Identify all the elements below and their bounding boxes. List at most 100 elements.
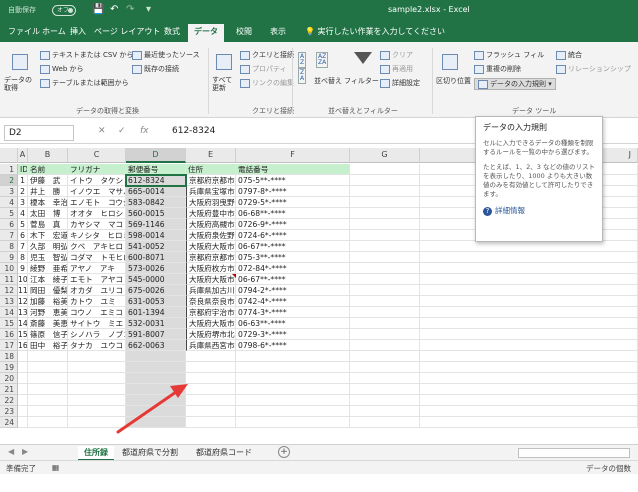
header-cell[interactable]: 電話番号 <box>236 164 350 175</box>
data-cell[interactable]: 0798-6*-**** <box>236 340 350 351</box>
empty-cell[interactable] <box>186 362 236 373</box>
data-cell[interactable]: 600-8071 <box>126 252 186 263</box>
empty-cell[interactable] <box>68 373 126 384</box>
data-cell[interactable]: 篠原 信子 <box>28 329 68 340</box>
data-cell[interactable]: 560-0015 <box>126 208 186 219</box>
empty-cell[interactable] <box>68 395 126 406</box>
data-cell[interactable]: 大阪府高槻市赤大路町 <box>186 219 236 230</box>
data-cell[interactable]: エノモト コウジ <box>68 197 126 208</box>
sheet-tab-prefecture-code[interactable]: 都道府県コード <box>190 446 258 459</box>
macro-record-icon[interactable]: ▦ <box>52 463 59 472</box>
data-cell[interactable]: カトウ ユミ <box>68 296 126 307</box>
existing-connections-button[interactable]: 既存の接続 <box>132 64 179 74</box>
row-header[interactable]: 21 <box>0 384 18 395</box>
data-cell[interactable]: 9 <box>18 263 28 274</box>
empty-cell[interactable] <box>420 307 638 318</box>
empty-cell[interactable] <box>126 351 186 362</box>
data-cell[interactable]: 06-67**-**** <box>236 274 350 285</box>
data-cell[interactable]: 1 <box>18 175 28 186</box>
data-cell[interactable]: 斎藤 美恵 <box>28 318 68 329</box>
empty-cell[interactable] <box>28 362 68 373</box>
data-cell[interactable]: 0724-6*-**** <box>236 230 350 241</box>
data-cell[interactable]: 兵庫県加古川市尾上町旭 <box>186 285 236 296</box>
header-cell[interactable]: 住所 <box>186 164 236 175</box>
empty-cell[interactable] <box>236 351 350 362</box>
empty-cell[interactable] <box>350 351 420 362</box>
horizontal-scrollbar[interactable] <box>518 448 630 458</box>
data-cell[interactable]: シノハラ ノブコ <box>68 329 126 340</box>
empty-cell[interactable] <box>68 406 126 417</box>
consolidate-button[interactable]: 統合 <box>556 50 582 60</box>
tell-me-more-link[interactable]: ? 詳細情報 <box>483 205 595 216</box>
empty-cell[interactable] <box>18 362 28 373</box>
sort-desc-button[interactable]: ZA <box>298 68 307 84</box>
data-cell[interactable]: 加藤 裕美 <box>28 296 68 307</box>
empty-cell[interactable] <box>236 417 350 428</box>
data-cell[interactable]: コダマ トモヒロ <box>68 252 126 263</box>
empty-cell[interactable] <box>236 406 350 417</box>
row-header[interactable]: 23 <box>0 406 18 417</box>
tab-data[interactable]: データ <box>188 24 224 42</box>
header-cell[interactable]: ID <box>18 164 28 175</box>
data-cell[interactable]: 532-0031 <box>126 318 186 329</box>
empty-cell[interactable] <box>420 241 638 252</box>
data-cell[interactable]: 3 <box>18 197 28 208</box>
data-cell[interactable]: アヤノ アキ <box>68 263 126 274</box>
row-header[interactable]: 20 <box>0 373 18 384</box>
empty-cell[interactable] <box>420 406 638 417</box>
empty-cell[interactable] <box>28 384 68 395</box>
empty-cell[interactable] <box>350 197 420 208</box>
empty-cell[interactable] <box>126 417 186 428</box>
empty-cell[interactable] <box>186 351 236 362</box>
data-cell[interactable]: 0774-3*-**** <box>236 307 350 318</box>
remove-duplicates-button[interactable]: 重複の削除 <box>474 64 521 74</box>
empty-cell[interactable] <box>350 274 420 285</box>
empty-cell[interactable] <box>236 384 350 395</box>
data-cell[interactable]: 太田 博 <box>28 208 68 219</box>
header-cell[interactable]: 名前 <box>28 164 68 175</box>
row-header[interactable]: 7 <box>0 230 18 241</box>
data-cell[interactable]: 児玉 智弘 <box>28 252 68 263</box>
data-cell[interactable]: 京都府京都市下京区相之町 <box>186 252 236 263</box>
data-cell[interactable]: 591-8007 <box>126 329 186 340</box>
empty-cell[interactable] <box>28 406 68 417</box>
insert-function-icon[interactable]: fx <box>140 126 149 136</box>
empty-cell[interactable] <box>350 406 420 417</box>
from-web-button[interactable]: Web から <box>40 64 84 74</box>
data-cell[interactable]: イトウ タケシ <box>68 175 126 186</box>
empty-cell[interactable] <box>350 230 420 241</box>
data-cell[interactable]: 7 <box>18 241 28 252</box>
empty-cell[interactable] <box>420 417 638 428</box>
column-header-e[interactable]: E <box>186 148 236 163</box>
empty-cell[interactable] <box>420 274 638 285</box>
row-header[interactable]: 11 <box>0 274 18 285</box>
data-cell[interactable]: 16 <box>18 340 28 351</box>
data-cell[interactable]: 13 <box>18 307 28 318</box>
data-cell[interactable]: 12 <box>18 296 28 307</box>
prev-sheet-icon[interactable]: ◀ <box>8 447 14 456</box>
column-header-b[interactable]: B <box>28 148 68 163</box>
cancel-icon[interactable]: ✕ <box>98 126 106 136</box>
tab-review[interactable]: 校閲 <box>236 26 252 37</box>
data-cell[interactable]: 大阪府豊中市赤阪 <box>186 208 236 219</box>
data-cell[interactable]: 662-0063 <box>126 340 186 351</box>
data-cell[interactable]: 06-68**-**** <box>236 208 350 219</box>
tab-formulas[interactable]: 数式 <box>164 26 180 37</box>
data-cell[interactable]: 大阪府堺市北区奥本町 <box>186 329 236 340</box>
data-cell[interactable]: 0794-2*-**** <box>236 285 350 296</box>
redo-icon[interactable]: ↷ <box>126 4 134 15</box>
data-cell[interactable]: 5 <box>18 219 28 230</box>
empty-cell[interactable] <box>350 208 420 219</box>
data-cell[interactable]: 京都府京都市伏見区小豆屋町 <box>186 175 236 186</box>
relationships-button[interactable]: リレーションシップ <box>556 64 631 74</box>
data-cell[interactable]: 0729-5*-**** <box>236 197 350 208</box>
reapply-button[interactable]: 再適用 <box>380 64 413 74</box>
empty-cell[interactable] <box>350 373 420 384</box>
data-cell[interactable]: 2 <box>18 186 28 197</box>
column-header-a[interactable]: A <box>18 148 28 163</box>
confirm-icon[interactable]: ✓ <box>118 126 126 136</box>
empty-cell[interactable] <box>68 351 126 362</box>
empty-cell[interactable] <box>350 384 420 395</box>
tab-page-layout[interactable]: ページ レイアウト <box>94 26 160 37</box>
empty-cell[interactable] <box>420 351 638 362</box>
